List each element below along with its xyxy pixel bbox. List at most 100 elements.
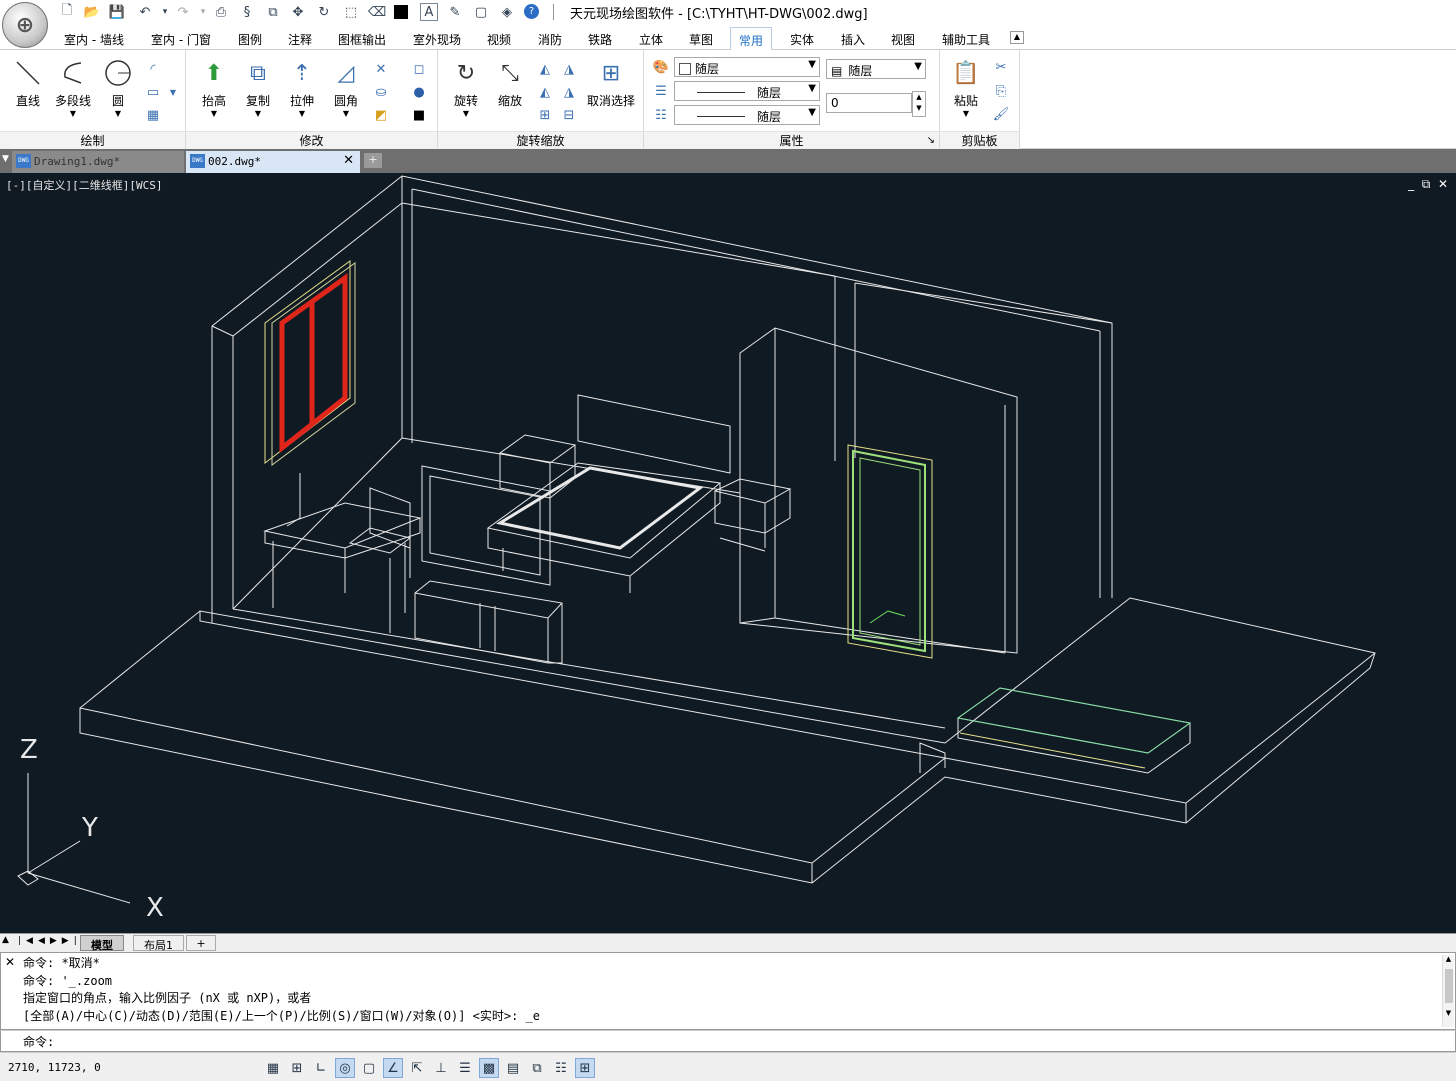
command-scrollbar[interactable]: ▲ ▼ [1442, 955, 1454, 1027]
help-icon[interactable]: ? [524, 4, 539, 19]
stretch-dropdown-icon[interactable]: ▼ [282, 109, 322, 118]
array-icon[interactable]: ⊟ [560, 106, 578, 124]
polar-icon[interactable]: ◎ [335, 1058, 355, 1078]
scroll-up-icon[interactable]: ▲ [1443, 955, 1454, 963]
flip2-icon[interactable]: ◮ [560, 83, 578, 101]
copy-window-icon[interactable]: ⧉ [264, 3, 282, 21]
rotate-icon[interactable]: ↻ [315, 3, 333, 21]
ribbon-collapse-icon[interactable]: ▲ [1010, 31, 1024, 44]
layout-tab-layout1[interactable]: 布局1 [133, 935, 184, 952]
copy-dropdown-icon[interactable]: ▼ [238, 109, 278, 118]
tab-sketch[interactable]: 草图 [689, 31, 713, 48]
lineweight-icon[interactable]: ☰ [652, 82, 670, 100]
hatch-icon[interactable]: ▦ [144, 106, 162, 124]
command-input[interactable]: 命令: [0, 1030, 1456, 1052]
close-icon[interactable]: ✕ [1438, 177, 1448, 191]
transparency-icon[interactable]: ▩ [479, 1058, 499, 1078]
copy-button[interactable]: ⧉ 复制 ▼ [238, 58, 278, 120]
tab-railway[interactable]: 铁路 [588, 31, 612, 48]
paste-dropdown-icon[interactable]: ▼ [946, 109, 986, 118]
paste-button[interactable]: 📋 粘贴 ▼ [946, 58, 986, 120]
tab-indoor-doorwindow[interactable]: 室内 - 门窗 [151, 31, 211, 48]
save-icon[interactable]: 💾 [108, 3, 126, 21]
stamp-icon[interactable]: ⛀ [372, 83, 390, 101]
tab-frame-output[interactable]: 图框输出 [338, 31, 386, 48]
flip-icon[interactable]: ◭ [536, 83, 554, 101]
fillet-button[interactable]: ◿ 圆角 ▼ [326, 58, 366, 120]
eraser-icon[interactable]: ⌫ [368, 3, 386, 21]
scroll-down-icon[interactable]: ▼ [1443, 1009, 1454, 1017]
scroll-thumb[interactable] [1444, 969, 1453, 1003]
polyline-button[interactable]: 多段线 ▼ [53, 58, 93, 120]
dynamic-ucs-icon[interactable]: ⊞ [575, 1058, 595, 1078]
tab-annotation[interactable]: 注释 [288, 31, 312, 48]
minimize-icon[interactable]: _ [1408, 177, 1414, 191]
tab-view[interactable]: 视图 [891, 31, 915, 48]
restore-icon[interactable]: ⧉ [1422, 177, 1431, 191]
new-icon[interactable]: 🗋 [58, 3, 76, 21]
scroll-up-icon[interactable]: ▲ [2, 935, 9, 945]
new-tab-icon[interactable]: + [364, 153, 382, 168]
layout-nav-icons[interactable]: |◀◀▶▶| [18, 936, 82, 946]
cube-icon[interactable]: ▢ [472, 3, 490, 21]
explode-icon[interactable]: ◻ [410, 60, 428, 78]
circle-button[interactable]: 圆 ▼ [98, 58, 138, 120]
rotate-button[interactable]: ↻ 旋转 ▼ [446, 58, 486, 120]
fill-icon[interactable]: ■ [410, 106, 428, 124]
cut-icon[interactable]: ✂ [992, 58, 1010, 76]
match-properties-icon[interactable]: 🖌 [992, 105, 1010, 123]
isodraft-icon[interactable]: ▢ [359, 1058, 379, 1078]
tab-3d[interactable]: 立体 [639, 31, 663, 48]
osnap-icon[interactable]: ∠ [383, 1058, 403, 1078]
tab-drawing1[interactable]: DWG Drawing1.dwg* [12, 151, 184, 173]
tab-aux-tools[interactable]: 辅助工具 [942, 31, 990, 48]
mirror2-icon[interactable]: ◮ [560, 60, 578, 78]
elevation-spinner[interactable]: ▲ ▼ [912, 91, 926, 117]
selection-cycling-icon[interactable]: ⧉ [527, 1058, 547, 1078]
tab-legend[interactable]: 图例 [238, 31, 262, 48]
tab-indoor-wall[interactable]: 室内 - 墙线 [64, 31, 124, 48]
palette-icon[interactable]: 🎨 [652, 58, 670, 76]
group-icon[interactable]: ◩ [372, 106, 390, 124]
edit-icon[interactable]: ✎ [446, 3, 464, 21]
raise-button[interactable]: ⬆ 抬高 ▼ [194, 58, 234, 120]
stretch-button[interactable]: ⇡ 拉伸 ▼ [282, 58, 322, 120]
close-icon[interactable]: ✕ [5, 955, 15, 969]
fillet-dropdown-icon[interactable]: ▼ [326, 109, 366, 118]
open-icon[interactable]: 📂 [83, 3, 101, 21]
undo-icon[interactable]: ↶ [136, 3, 154, 21]
snap-grid-icon[interactable]: ⊞ [287, 1058, 307, 1078]
tab-solid[interactable]: 实体 [790, 31, 814, 48]
bomb-icon[interactable]: ● [410, 83, 428, 101]
tab-002[interactable]: DWG 002.dwg* ✕ [186, 151, 360, 173]
add-layout-button[interactable]: + [186, 935, 216, 951]
redo-dropdown-icon[interactable]: ▾ [194, 3, 212, 21]
app-logo-icon[interactable]: ⊕ [2, 2, 48, 48]
move-icon[interactable]: ✥ [289, 3, 307, 21]
image-dropdown-icon[interactable]: ▼ [164, 83, 182, 101]
copy-clip-icon[interactable]: ⎘ [992, 82, 1010, 100]
mirror-icon[interactable]: ◭ [536, 60, 554, 78]
linetype-combo[interactable]: 随层 ▼ [674, 81, 820, 101]
render-icon[interactable]: ◈ [498, 3, 516, 21]
tabs-menu-icon[interactable]: ▼ [2, 154, 9, 164]
polyline-dropdown-icon[interactable]: ▼ [53, 109, 93, 118]
layer-color-combo[interactable]: 随层 ▼ [674, 57, 820, 77]
line-button[interactable]: 直线 [8, 58, 48, 120]
color-icon[interactable] [394, 5, 408, 19]
raise-dropdown-icon[interactable]: ▼ [194, 109, 234, 118]
properties-launcher-icon[interactable]: ↘ [927, 135, 935, 146]
annotation-monitor-icon[interactable]: ☷ [551, 1058, 571, 1078]
tab-common[interactable]: 常用 [730, 27, 773, 51]
drawing-canvas[interactable]: [-][自定义][二维线框][WCS] _ ⧉ ✕ Z Y X [0, 173, 1456, 933]
otrack-icon[interactable]: ⇱ [407, 1058, 427, 1078]
redo-icon[interactable]: ↷ [174, 3, 192, 21]
image-icon[interactable]: ▭ [144, 83, 162, 101]
arc-icon[interactable]: ◜ [144, 60, 162, 78]
ss-icon[interactable]: § [238, 3, 256, 21]
trim-icon[interactable]: ✕ [372, 60, 390, 78]
linetype-icon[interactable]: ☷ [652, 106, 670, 124]
lineweight-toggle-icon[interactable]: ☰ [455, 1058, 475, 1078]
close-tab-icon[interactable]: ✕ [343, 153, 354, 168]
tab-video[interactable]: 视频 [487, 31, 511, 48]
